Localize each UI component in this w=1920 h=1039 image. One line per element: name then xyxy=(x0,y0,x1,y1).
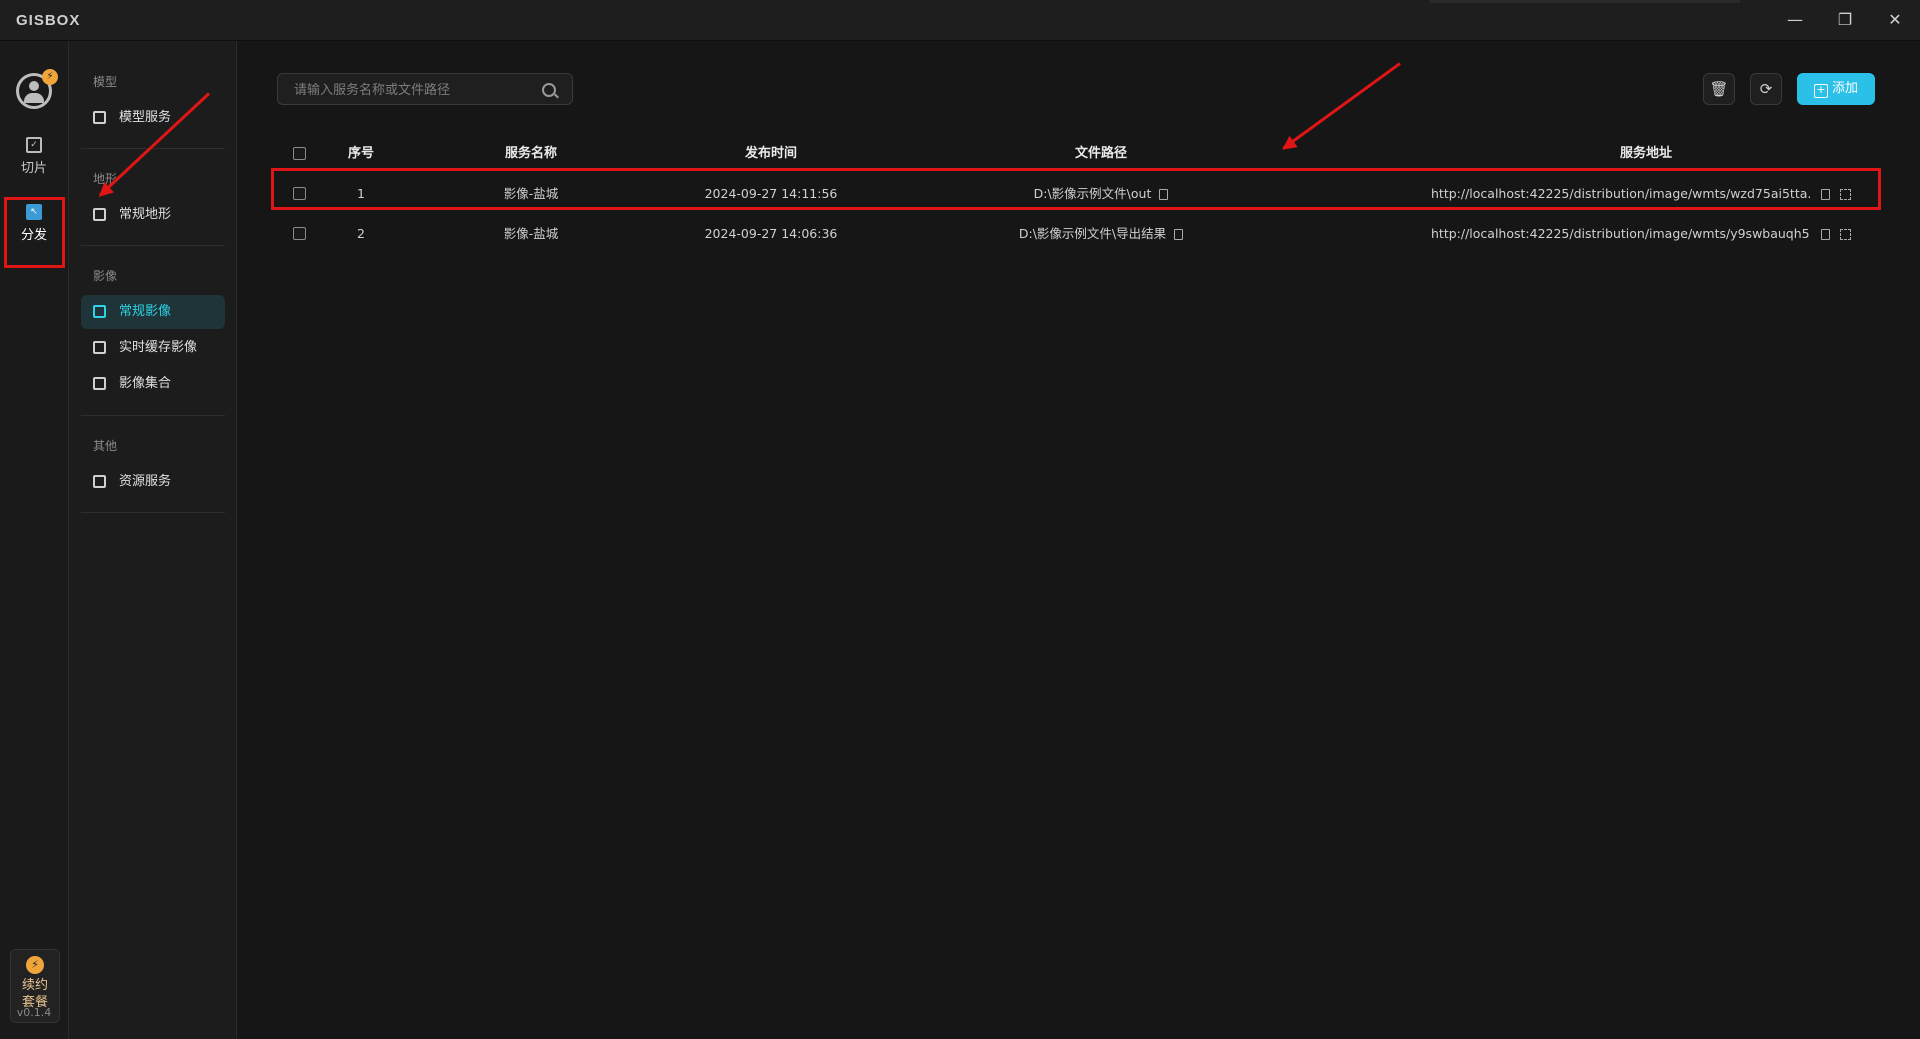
cell-path: D:\影像示例文件\导出结果 xyxy=(1018,226,1167,241)
cell-time: 2024-09-27 14:06:36 xyxy=(704,226,838,241)
copy-url-icon[interactable] xyxy=(1821,229,1830,240)
nav-item-model-service[interactable]: 模型服务 xyxy=(81,101,225,135)
imagery-icon xyxy=(93,305,106,318)
cell-index: 2 xyxy=(357,226,365,241)
group-label-imagery: 影像 xyxy=(93,269,118,283)
slice-icon: ✓ xyxy=(26,137,42,153)
delete-button[interactable]: 🗑 xyxy=(1703,73,1735,105)
group-label-other: 其他 xyxy=(93,439,118,453)
group-label-model: 模型 xyxy=(93,75,118,89)
avatar-head xyxy=(29,81,39,91)
table-row[interactable]: 2 影像-盐城 2024-09-27 14:06:36 D:\影像示例文件\导出… xyxy=(271,215,1883,253)
nav-item-label: 实时缓存影像 xyxy=(119,340,198,355)
nav-item-label: 模型服务 xyxy=(119,110,172,125)
minimize-button[interactable]: — xyxy=(1778,8,1812,32)
nav-item-label: 常规影像 xyxy=(119,304,172,319)
refresh-icon: ⟳ xyxy=(1759,80,1773,98)
nav-item-label: 资源服务 xyxy=(119,474,172,489)
title-drag-strip xyxy=(1430,0,1740,3)
copy-path-icon[interactable] xyxy=(1174,229,1184,240)
model-service-icon xyxy=(93,111,106,124)
search-icon[interactable] xyxy=(542,83,556,97)
nav-item-terrain[interactable]: 常规地形 xyxy=(81,198,225,232)
cell-path-wrap: D:\影像示例文件\导出结果 xyxy=(891,215,1311,253)
rail-item-label: 切片 xyxy=(20,161,47,176)
annotation-box-distribute xyxy=(4,197,65,268)
select-all-checkbox[interactable] xyxy=(293,147,306,160)
avatar-body xyxy=(24,93,44,103)
divider xyxy=(81,415,225,416)
terrain-icon xyxy=(93,208,106,221)
nav-item-imagery[interactable]: 常规影像 xyxy=(81,295,225,329)
imagery-collection-icon xyxy=(93,377,106,390)
search-input[interactable] xyxy=(278,74,546,106)
add-button[interactable]: + 添加 xyxy=(1797,73,1875,105)
plus-icon: + xyxy=(1813,84,1828,98)
lightning-badge-icon: ⚡ xyxy=(42,69,58,85)
nav-item-label: 常规地形 xyxy=(119,207,172,222)
cell-url-actions xyxy=(1813,215,1873,253)
lightning-icon: ⚡ xyxy=(26,956,44,974)
refresh-button[interactable]: ⟳ xyxy=(1750,73,1782,105)
nav-item-imagery-collection[interactable]: 影像集合 xyxy=(81,367,225,401)
divider xyxy=(81,245,225,246)
nav-item-label: 影像集合 xyxy=(119,376,172,391)
divider xyxy=(81,148,225,149)
qr-code-icon[interactable] xyxy=(1840,229,1851,240)
title-bar: GISBOX — ❐ ✕ xyxy=(0,0,1920,41)
cell-url: http://localhost:42225/distribution/imag… xyxy=(1431,226,1811,241)
row-checkbox[interactable] xyxy=(293,227,306,240)
left-rail: ⚡ ✓ 切片 ↖ 分发 ⚡ 续约 套餐 v0.1.4 xyxy=(0,41,69,1039)
trash-icon: 🗑 xyxy=(1709,80,1729,98)
cell-name: 影像-盐城 xyxy=(503,226,559,241)
rail-item-slice[interactable]: ✓ 切片 xyxy=(4,137,64,197)
add-label: 添加 xyxy=(1831,81,1858,96)
close-button[interactable]: ✕ xyxy=(1878,8,1912,32)
renew-label-1: 续约 xyxy=(21,978,48,993)
nav-item-resource-service[interactable]: 资源服务 xyxy=(81,465,225,499)
search-box xyxy=(277,73,573,106)
divider xyxy=(81,512,225,513)
annotation-box-row xyxy=(271,168,1881,210)
nav-item-cache-imagery[interactable]: 实时缓存影像 xyxy=(81,331,225,365)
cache-imagery-icon xyxy=(93,341,106,354)
resource-service-icon xyxy=(93,475,106,488)
restore-button[interactable]: ❐ xyxy=(1828,8,1862,32)
app-logo: GISBOX xyxy=(16,12,81,29)
version-label: v0.1.4 xyxy=(16,1006,52,1019)
